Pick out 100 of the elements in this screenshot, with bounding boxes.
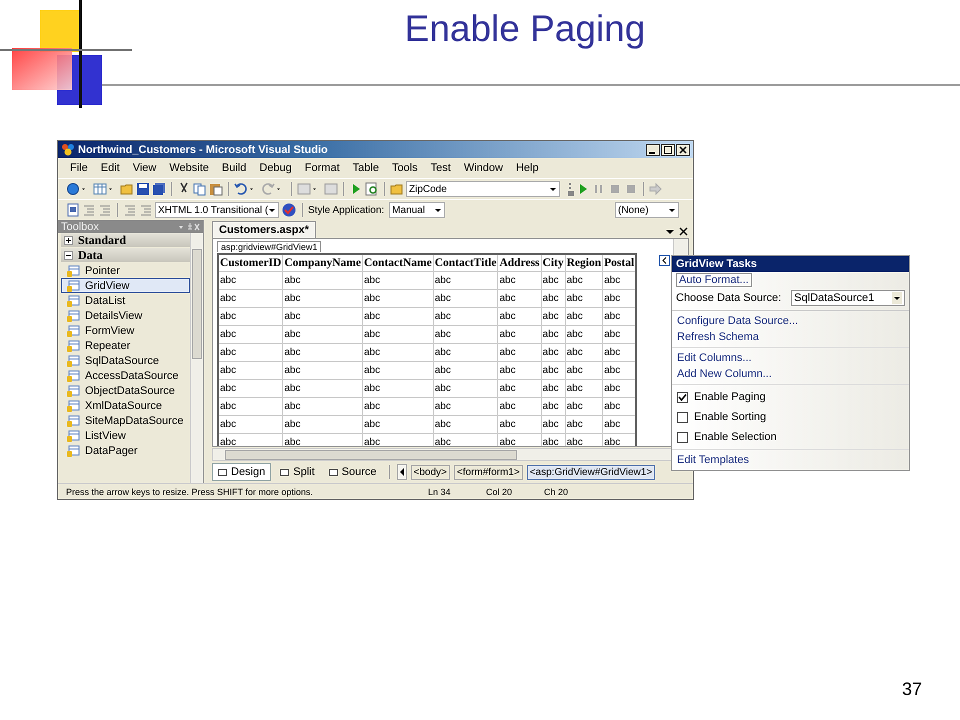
- check-badge-icon[interactable]: [281, 202, 297, 218]
- control-icon: [66, 354, 80, 368]
- window-icon[interactable]: [297, 182, 311, 196]
- page-icon[interactable]: [66, 203, 80, 217]
- window-icon[interactable]: [324, 182, 338, 196]
- toolbox-item[interactable]: ListView: [61, 428, 190, 443]
- toolbox-item[interactable]: ObjectDataSource: [61, 383, 190, 398]
- save-all-icon[interactable]: [152, 182, 166, 196]
- menu-item[interactable]: Help: [516, 162, 539, 174]
- minimize-icon[interactable]: [646, 144, 660, 156]
- table-cell: abc: [282, 308, 362, 326]
- data-source-select[interactable]: SqlDataSource1: [791, 290, 905, 306]
- toolbox-item[interactable]: AccessDataSource: [61, 368, 190, 383]
- breadcrumb-item[interactable]: <body>: [410, 464, 450, 480]
- toolbox-item[interactable]: DataList: [61, 293, 190, 308]
- column-header: ContactName: [362, 254, 434, 272]
- maximize-icon[interactable]: [661, 144, 675, 156]
- menu-item[interactable]: Edit: [100, 162, 120, 174]
- view-tab[interactable]: Split: [275, 464, 320, 480]
- toolbox-item[interactable]: FormView: [61, 323, 190, 338]
- toolbox-item[interactable]: XmlDataSource: [61, 398, 190, 413]
- browse-icon[interactable]: [365, 182, 379, 196]
- outdent-icon[interactable]: [98, 203, 112, 217]
- table-cell: abc: [565, 326, 603, 344]
- task-link[interactable]: Add New Column...: [672, 366, 909, 382]
- menu-item[interactable]: File: [70, 162, 88, 174]
- toolbox-item[interactable]: Pointer: [61, 263, 190, 278]
- list-icon[interactable]: [123, 203, 137, 217]
- table-cell: abc: [362, 362, 434, 380]
- style-combo[interactable]: Manual: [389, 202, 446, 218]
- table-cell: abc: [362, 398, 434, 416]
- indent-icon[interactable]: [82, 203, 96, 217]
- scrollbar[interactable]: [190, 233, 203, 483]
- task-link[interactable]: Edit Templates: [672, 452, 909, 468]
- control-icon: [66, 278, 80, 292]
- folder-icon[interactable]: [390, 182, 404, 196]
- breadcrumb-item[interactable]: <asp:GridView#GridView1>: [526, 464, 656, 480]
- toolbox-item[interactable]: SiteMapDataSource: [61, 413, 190, 428]
- menu-item[interactable]: Test: [430, 162, 451, 174]
- table-cell: abc: [433, 380, 498, 398]
- menu-item[interactable]: Debug: [259, 162, 292, 174]
- doctype-combo[interactable]: XHTML 1.0 Transitional (: [155, 202, 279, 218]
- undo-icon[interactable]: [234, 182, 248, 196]
- toolbox-group[interactable]: Data: [61, 248, 190, 262]
- task-link[interactable]: Configure Data Source...: [672, 313, 909, 329]
- target-combo[interactable]: (None): [615, 202, 679, 218]
- task-link[interactable]: Edit Columns...: [672, 350, 909, 366]
- menu-item[interactable]: Website: [169, 162, 209, 174]
- folder-icon[interactable]: [120, 182, 134, 196]
- object-combo[interactable]: ZipCode: [406, 181, 560, 197]
- view-tab[interactable]: Design: [212, 463, 272, 481]
- save-icon[interactable]: [136, 182, 150, 196]
- toolbox-item[interactable]: DataPager: [61, 443, 190, 458]
- checkbox[interactable]: [677, 412, 688, 422]
- menu-item[interactable]: Build: [222, 162, 246, 174]
- table-cell: abc: [541, 380, 566, 398]
- column-header: CompanyName: [282, 254, 362, 272]
- column-header: ContactTitle: [433, 254, 498, 272]
- task-link[interactable]: Refresh Schema: [672, 329, 909, 345]
- globe-icon[interactable]: [66, 182, 80, 196]
- table-cell: abc: [541, 416, 566, 434]
- table-cell: abc: [218, 380, 283, 398]
- toolbox-item[interactable]: Repeater: [61, 338, 190, 353]
- grid-icon[interactable]: [93, 182, 107, 196]
- toolbox-item[interactable]: SqlDataSource: [61, 353, 190, 368]
- smart-tag-button[interactable]: [659, 255, 670, 266]
- auto-format-link[interactable]: Auto Format...: [676, 273, 752, 287]
- table-cell: abc: [218, 308, 283, 326]
- close-icon[interactable]: [676, 144, 690, 156]
- table-cell: abc: [498, 398, 542, 416]
- table-cell: abc: [565, 308, 603, 326]
- status-message: Press the arrow keys to resize. Press SHIFT for more options.: [66, 486, 314, 496]
- table-cell: abc: [565, 416, 603, 434]
- toolbox-group[interactable]: Standard: [61, 233, 190, 247]
- table-cell: abc: [218, 272, 283, 290]
- menu-item[interactable]: Window: [464, 162, 503, 174]
- pin-icon[interactable]: [178, 222, 200, 232]
- document-tab[interactable]: Customers.aspx*: [212, 221, 316, 238]
- table-cell: abc: [433, 362, 498, 380]
- table-cell: abc: [498, 326, 542, 344]
- breadcrumb-item[interactable]: <form#form1>: [454, 464, 523, 480]
- menu-item[interactable]: Tools: [392, 162, 418, 174]
- grip-icon[interactable]: [568, 181, 574, 197]
- tab-menu-icon[interactable]: [665, 226, 689, 238]
- paste-icon[interactable]: [209, 182, 223, 196]
- menu-item[interactable]: View: [132, 162, 156, 174]
- character-number: Ch 20: [544, 486, 570, 496]
- control-icon: [66, 294, 80, 308]
- table-cell: abc: [498, 272, 542, 290]
- column-header: City: [541, 254, 566, 272]
- copy-icon[interactable]: [193, 182, 207, 196]
- toolbox-item[interactable]: GridView: [61, 278, 190, 293]
- menu-item[interactable]: Table: [352, 162, 379, 174]
- list-icon[interactable]: [139, 203, 153, 217]
- menu-item[interactable]: Format: [304, 162, 340, 174]
- view-tab[interactable]: Source: [324, 464, 382, 480]
- toolbox-item[interactable]: DetailsView: [61, 308, 190, 323]
- checkbox[interactable]: [677, 432, 688, 442]
- table-cell: abc: [282, 326, 362, 344]
- checkbox[interactable]: [677, 392, 688, 402]
